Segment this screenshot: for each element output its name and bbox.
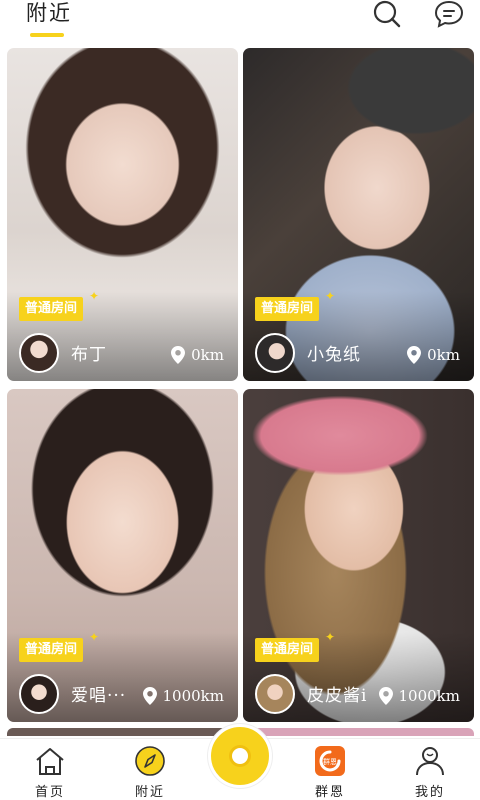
nav-item-nearby[interactable]: 附近 [115, 739, 185, 800]
sparkle-icon: ✦ [325, 630, 336, 644]
avatar[interactable] [255, 674, 295, 714]
distance: 1000km [378, 687, 461, 705]
live-record-icon [232, 748, 248, 764]
distance-value: 1000km [398, 687, 461, 705]
room-card[interactable]: 普通房间 ✦ 皮皮酱i 1000km [243, 389, 474, 722]
tab-active-indicator [30, 33, 64, 37]
location-pin-icon [378, 687, 393, 705]
room-type-badge: 普通房间 [255, 297, 320, 321]
nickname: 皮皮酱i [307, 686, 368, 706]
avatar[interactable] [19, 333, 59, 373]
room-card[interactable]: 普通房间 ✦ 爱唱··· 1000km [7, 389, 238, 722]
distance: 1000km [142, 687, 225, 705]
nav-label: 附近 [134, 785, 165, 800]
nickname: 小兔纸 [307, 345, 361, 365]
next-card-peek [7, 728, 238, 736]
next-card-peek [243, 728, 474, 736]
sparkle-icon: ✦ [89, 289, 100, 303]
location-pin-icon [142, 687, 157, 705]
nav-label: 首页 [34, 785, 65, 800]
room-type-badge: 普通房间 [19, 297, 84, 321]
group-chat-icon: 群恩 [315, 746, 345, 776]
room-type-badge: 普通房间 [19, 638, 84, 662]
compass-icon [135, 746, 165, 776]
distance-value: 0km [427, 346, 460, 364]
nav-item-profile[interactable]: 我的 [395, 739, 465, 800]
nav-label: 群恩 [314, 785, 345, 800]
location-pin-icon [171, 346, 186, 364]
nav-label: 我的 [414, 785, 445, 800]
sparkle-icon: ✦ [89, 630, 100, 644]
nickname: 爱唱··· [71, 686, 127, 706]
location-pin-icon [407, 346, 422, 364]
profile-icon [416, 747, 444, 776]
room-card[interactable]: 普通房间 ✦ 小兔纸 0km [243, 48, 474, 381]
distance-value: 1000km [162, 687, 225, 705]
top-header: 附近 [0, 0, 480, 42]
go-live-button[interactable] [208, 724, 272, 788]
avatar[interactable] [19, 674, 59, 714]
sparkle-icon: ✦ [325, 289, 336, 303]
message-icon[interactable] [434, 0, 464, 28]
avatar[interactable] [255, 333, 295, 373]
distance: 0km [171, 346, 224, 364]
search-icon[interactable] [372, 0, 402, 28]
room-type-badge: 普通房间 [255, 638, 320, 662]
svg-text:群恩: 群恩 [323, 757, 337, 766]
distance-value: 0km [191, 346, 224, 364]
nickname: 布丁 [71, 345, 107, 365]
nav-item-group[interactable]: 群恩 群恩 [295, 739, 365, 800]
room-card[interactable]: 普通房间 ✦ 布丁 0km [7, 48, 238, 381]
distance: 0km [407, 346, 460, 364]
nav-item-home[interactable]: 首页 [15, 739, 85, 800]
tab-nearby[interactable]: 附近 [26, 0, 72, 26]
home-icon [36, 748, 64, 775]
